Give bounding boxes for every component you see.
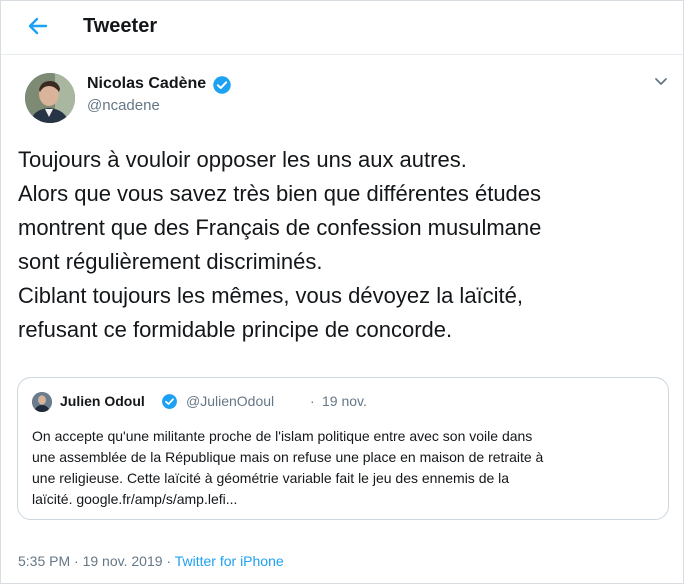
header-bar: Tweeter (1, 1, 684, 55)
tweet-date[interactable]: 19 nov. 2019 (83, 553, 163, 569)
verified-badge-icon (213, 76, 231, 94)
back-button[interactable] (23, 11, 53, 41)
verified-badge-icon (162, 394, 177, 409)
quoted-line: une religieuse. Cette laïcité à géométri… (32, 470, 510, 486)
tweet-line: sont régulièrement discriminés. (18, 249, 323, 274)
tweet-line: Toujours à vouloir opposer les uns aux a… (18, 147, 467, 172)
tweet-text: Toujours à vouloir opposer les uns aux a… (18, 143, 668, 347)
quoted-date: 19 nov. (322, 393, 367, 409)
author-avatar[interactable] (25, 73, 75, 123)
author-handle[interactable]: @ncadene (87, 97, 160, 114)
meta-separator: · (162, 553, 175, 569)
quoted-line: On accepte qu'une militante proche de l'… (32, 428, 533, 444)
quoted-line: une assemblée de la République mais on r… (32, 449, 544, 465)
quoted-tweet-text: On accepte qu'une militante proche de l'… (32, 426, 662, 510)
page-title: Tweeter (83, 15, 158, 37)
tweet-source-link[interactable]: Twitter for iPhone (175, 553, 284, 569)
tweet-line: montrent que des Français de confession … (18, 215, 542, 240)
tweet-time[interactable]: 5:35 PM (18, 553, 70, 569)
quoted-author-avatar (32, 392, 52, 412)
tweet-line: Alors que vous savez très bien que diffé… (18, 181, 542, 206)
tweet-line: Ciblant toujours les mêmes, vous dévoyez… (18, 283, 524, 308)
quoted-tweet-card[interactable]: Julien Odoul @JulienOdoul · 19 nov. On a… (17, 377, 669, 520)
quoted-line: laïcité. google.fr/amp/s/amp.lefi... (32, 491, 238, 507)
tweet-line: refusant ce formidable principe de conco… (18, 317, 453, 342)
author-name[interactable]: Nicolas Cadène (87, 75, 206, 93)
meta-separator: · (70, 553, 83, 569)
tweet-screenshot: Tweeter Nicolas Cadène @ncadene Toujours… (0, 0, 684, 584)
chevron-down-icon[interactable] (651, 71, 671, 91)
tweet-meta: 5:35 PM · 19 nov. 2019 · Twitter for iPh… (18, 553, 284, 569)
back-arrow-icon (28, 17, 48, 35)
quoted-author-name: Julien Odoul (60, 393, 145, 409)
quoted-separator: · (310, 393, 315, 409)
quoted-author-handle: @JulienOdoul (186, 393, 275, 409)
